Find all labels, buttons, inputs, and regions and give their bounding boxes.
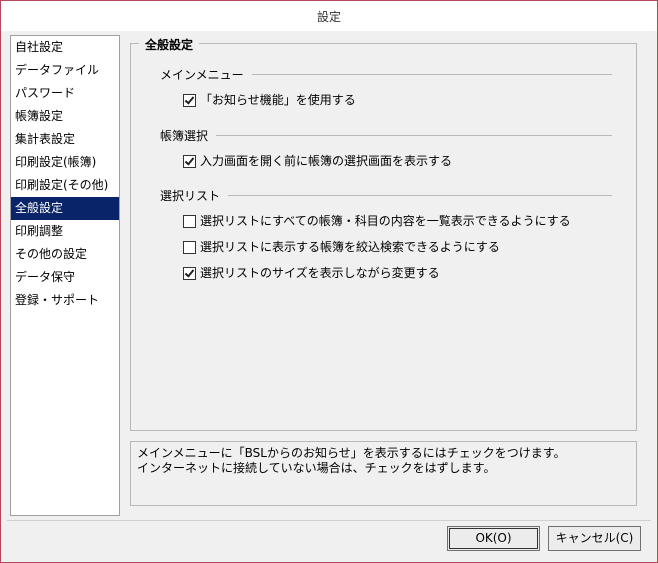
bottom-divider bbox=[7, 520, 651, 521]
section-divider bbox=[160, 135, 612, 136]
description-box: メインメニューに「BSLからのお知らせ」を表示するにはチェックをつけます。 イン… bbox=[130, 441, 637, 506]
option-label: 選択リストにすべての帳簿・科目の内容を一覧表示できるようにする bbox=[200, 214, 571, 228]
checkbox-list-all-ledgers[interactable] bbox=[183, 215, 196, 228]
description-line-1: メインメニューに「BSLからのお知らせ」を表示するにはチェックをつけます。 bbox=[137, 446, 566, 460]
section-label-ledger-select: 帳簿選択 bbox=[160, 127, 217, 144]
checkbox-news-feature[interactable] bbox=[183, 94, 196, 107]
nav-item-password[interactable]: パスワード bbox=[11, 82, 119, 105]
dialog-client: 自社設定 データファイル パスワード 帳簿設定 集計表設定 印刷設定(帳簿) 印… bbox=[7, 31, 651, 558]
settings-window: 設定 自社設定 データファイル パスワード 帳簿設定 集計表設定 印刷設定(帳簿… bbox=[0, 0, 658, 563]
option-label: 入力画面を開く前に帳簿の選択画面を表示する bbox=[200, 154, 453, 168]
nav-item-other[interactable]: その他の設定 bbox=[11, 243, 119, 266]
checkbox-live-resize[interactable] bbox=[183, 267, 196, 280]
description-line-2: インターネットに接続していない場合は、チェックをはずします。 bbox=[137, 461, 496, 475]
option-label: 選択リストに表示する帳簿を絞込検索できるようにする bbox=[200, 240, 500, 254]
check-mark-icon bbox=[184, 267, 195, 278]
ok-button[interactable]: OK(O) bbox=[447, 526, 540, 551]
nav-item-ledger[interactable]: 帳簿設定 bbox=[11, 105, 119, 128]
nav-item-print-other[interactable]: 印刷設定(その他) bbox=[11, 174, 119, 197]
check-mark-icon bbox=[184, 94, 195, 105]
nav-item-company[interactable]: 自社設定 bbox=[11, 36, 119, 59]
check-mark-icon bbox=[184, 155, 195, 166]
cancel-button[interactable]: キャンセル(C) bbox=[548, 526, 641, 551]
nav-item-maintenance[interactable]: データ保守 bbox=[11, 266, 119, 289]
section-label-main-menu: メインメニュー bbox=[160, 66, 252, 83]
group-title: 全般設定 bbox=[139, 36, 200, 53]
checkbox-filter-ledgers[interactable] bbox=[183, 241, 196, 254]
window-title: 設定 bbox=[1, 1, 657, 31]
nav-item-support[interactable]: 登録・サポート bbox=[11, 289, 119, 312]
option-label: 選択リストのサイズを表示しながら変更する bbox=[200, 266, 440, 280]
checkbox-show-ledger-select[interactable] bbox=[183, 155, 196, 168]
nav-item-general[interactable]: 全般設定 bbox=[11, 197, 119, 220]
settings-nav-list: 自社設定 データファイル パスワード 帳簿設定 集計表設定 印刷設定(帳簿) 印… bbox=[10, 35, 120, 516]
general-settings-group: 全般設定 メインメニュー 「お知らせ機能」を使用する 帳簿選択 入力画面を開く前… bbox=[130, 36, 637, 431]
nav-item-print-ledger[interactable]: 印刷設定(帳簿) bbox=[11, 151, 119, 174]
option-label: 「お知らせ機能」を使用する bbox=[200, 93, 356, 107]
nav-item-data-file[interactable]: データファイル bbox=[11, 59, 119, 82]
section-label-select-list: 選択リスト bbox=[160, 187, 229, 204]
nav-item-summary[interactable]: 集計表設定 bbox=[11, 128, 119, 151]
nav-item-print-adjust[interactable]: 印刷調整 bbox=[11, 220, 119, 243]
